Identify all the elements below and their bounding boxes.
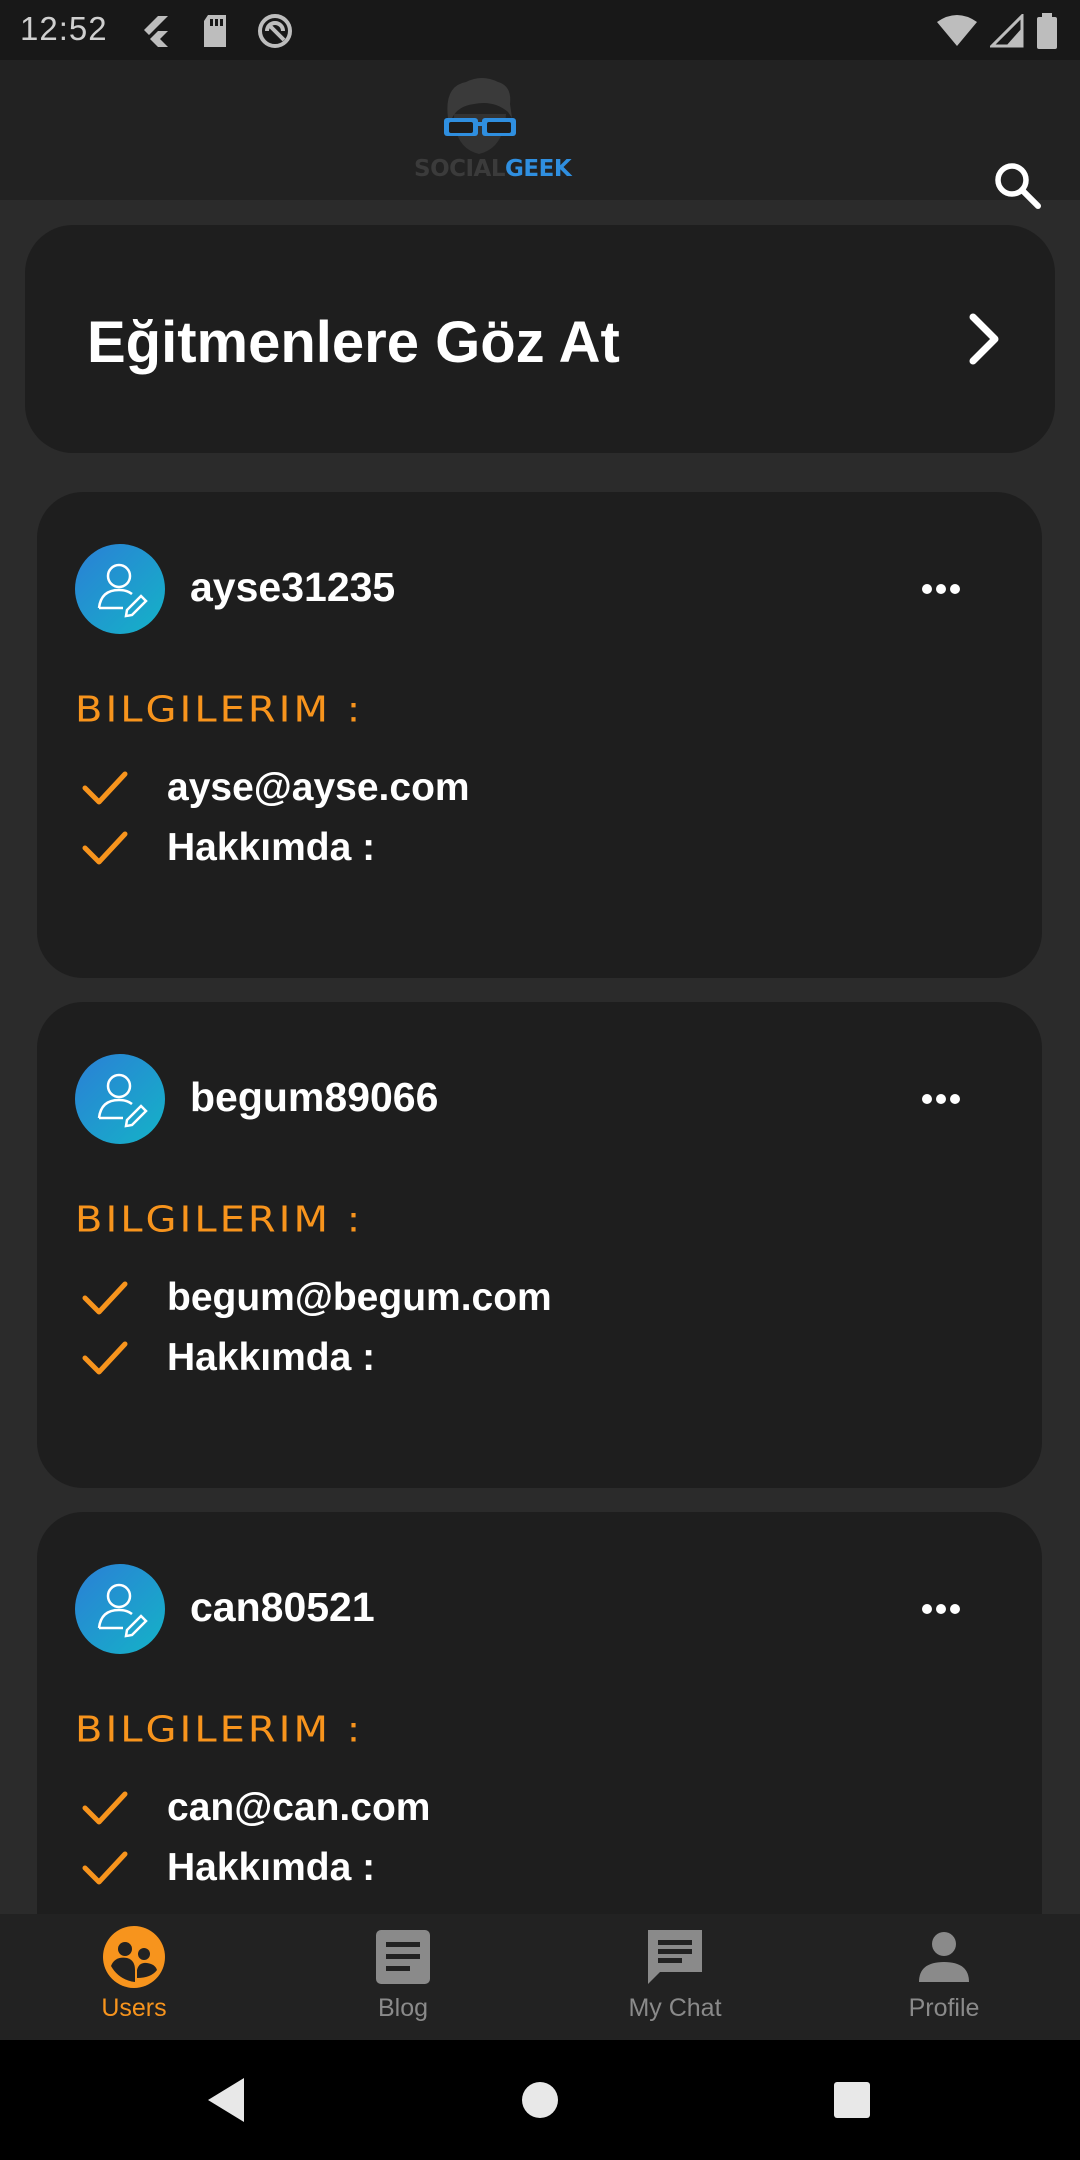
nav-label-chat: My Chat <box>628 1994 722 2022</box>
info-title: BILGILERIM : <box>75 689 364 731</box>
back-icon[interactable] <box>204 2076 248 2124</box>
user-edit-icon <box>97 1583 148 1638</box>
check-icon <box>82 771 128 805</box>
more-options-button[interactable] <box>917 574 977 604</box>
user-card: ayse31235 BILGILERIM : ayse@ayse.com Hak… <box>37 492 1042 978</box>
email-text: begum@begum.com <box>167 1276 552 1319</box>
flutter-icon <box>144 16 168 47</box>
info-title: BILGILERIM : <box>75 1199 364 1241</box>
avatar[interactable] <box>75 1564 165 1654</box>
nav-label-users: Users <box>101 1994 167 2022</box>
nav-label-profile: Profile <box>908 1994 980 2022</box>
email-text: ayse@ayse.com <box>167 766 470 809</box>
nav-item-chat[interactable]: My Chat <box>600 1924 750 2034</box>
email-row: ayse@ayse.com <box>79 762 470 814</box>
more-horizontal-icon <box>922 1094 960 1104</box>
wifi-icon <box>937 15 977 46</box>
social-geek-logo: SOCIALGEEK <box>414 74 572 186</box>
check-icon <box>82 831 128 865</box>
battery-icon <box>1037 13 1057 49</box>
avatar[interactable] <box>75 544 165 634</box>
user-card: can80521 BILGILERIM : can@can.com Hakkım… <box>37 1512 1042 1916</box>
more-options-button[interactable] <box>917 1084 977 1114</box>
nav-item-blog[interactable]: Blog <box>328 1924 478 2034</box>
username: ayse31235 <box>190 564 396 610</box>
check-icon <box>82 1791 128 1825</box>
more-horizontal-icon <box>922 584 960 594</box>
browse-trainers-title: Eğitmenlere Göz At <box>87 310 620 375</box>
nav-label-blog: Blog <box>377 1994 429 2022</box>
username: begum89066 <box>190 1074 439 1120</box>
chat-icon <box>648 1930 702 1984</box>
more-horizontal-icon <box>922 1604 960 1614</box>
sd-card-icon <box>204 15 226 47</box>
about-row: Hakkımda : <box>79 1332 375 1384</box>
about-text: Hakkımda : <box>167 1336 376 1379</box>
logo-text: SOCIALGEEK <box>414 156 572 182</box>
more-options-button[interactable] <box>917 1594 977 1624</box>
check-icon <box>82 1281 128 1315</box>
about-text: Hakkımda : <box>167 1846 376 1889</box>
info-title: BILGILERIM : <box>75 1709 364 1751</box>
about-text: Hakkımda : <box>167 826 376 869</box>
home-icon[interactable] <box>520 2080 560 2120</box>
system-navigation-bar <box>0 2040 1080 2160</box>
users-icon <box>103 1926 165 1988</box>
check-icon <box>82 1341 128 1375</box>
blog-icon <box>376 1930 430 1984</box>
email-row: can@can.com <box>79 1782 430 1834</box>
browse-trainers-banner[interactable]: Eğitmenlere Göz At <box>25 225 1055 453</box>
email-row: begum@begum.com <box>79 1272 552 1324</box>
sync-disabled-icon <box>258 14 292 48</box>
chevron-right-icon <box>969 313 999 365</box>
app-bar: SOCIALGEEK <box>0 60 1080 209</box>
user-edit-icon <box>97 563 148 618</box>
check-icon <box>82 1851 128 1885</box>
username: can80521 <box>190 1584 375 1630</box>
avatar[interactable] <box>75 1054 165 1144</box>
about-row: Hakkımda : <box>79 822 375 874</box>
bottom-navigation: Users Blog My Chat Profile <box>0 1914 1080 2040</box>
users-list[interactable]: Eğitmenlere Göz At ayse31235 BILGILERIM … <box>0 200 1080 1916</box>
nav-item-users[interactable]: Users <box>59 1924 209 2034</box>
user-edit-icon <box>97 1073 148 1128</box>
status-time: 12:52 <box>20 10 108 47</box>
email-text: can@can.com <box>167 1786 431 1829</box>
user-card: begum89066 BILGILERIM : begum@begum.com … <box>37 1002 1042 1488</box>
recents-icon[interactable] <box>832 2080 872 2120</box>
status-bar: 12:52 <box>0 0 1080 60</box>
nav-item-profile[interactable]: Profile <box>869 1924 1019 2034</box>
geek-face-icon <box>444 78 516 154</box>
about-row: Hakkımda : <box>79 1842 375 1894</box>
signal-icon <box>990 14 1024 48</box>
profile-icon <box>919 1932 969 1982</box>
